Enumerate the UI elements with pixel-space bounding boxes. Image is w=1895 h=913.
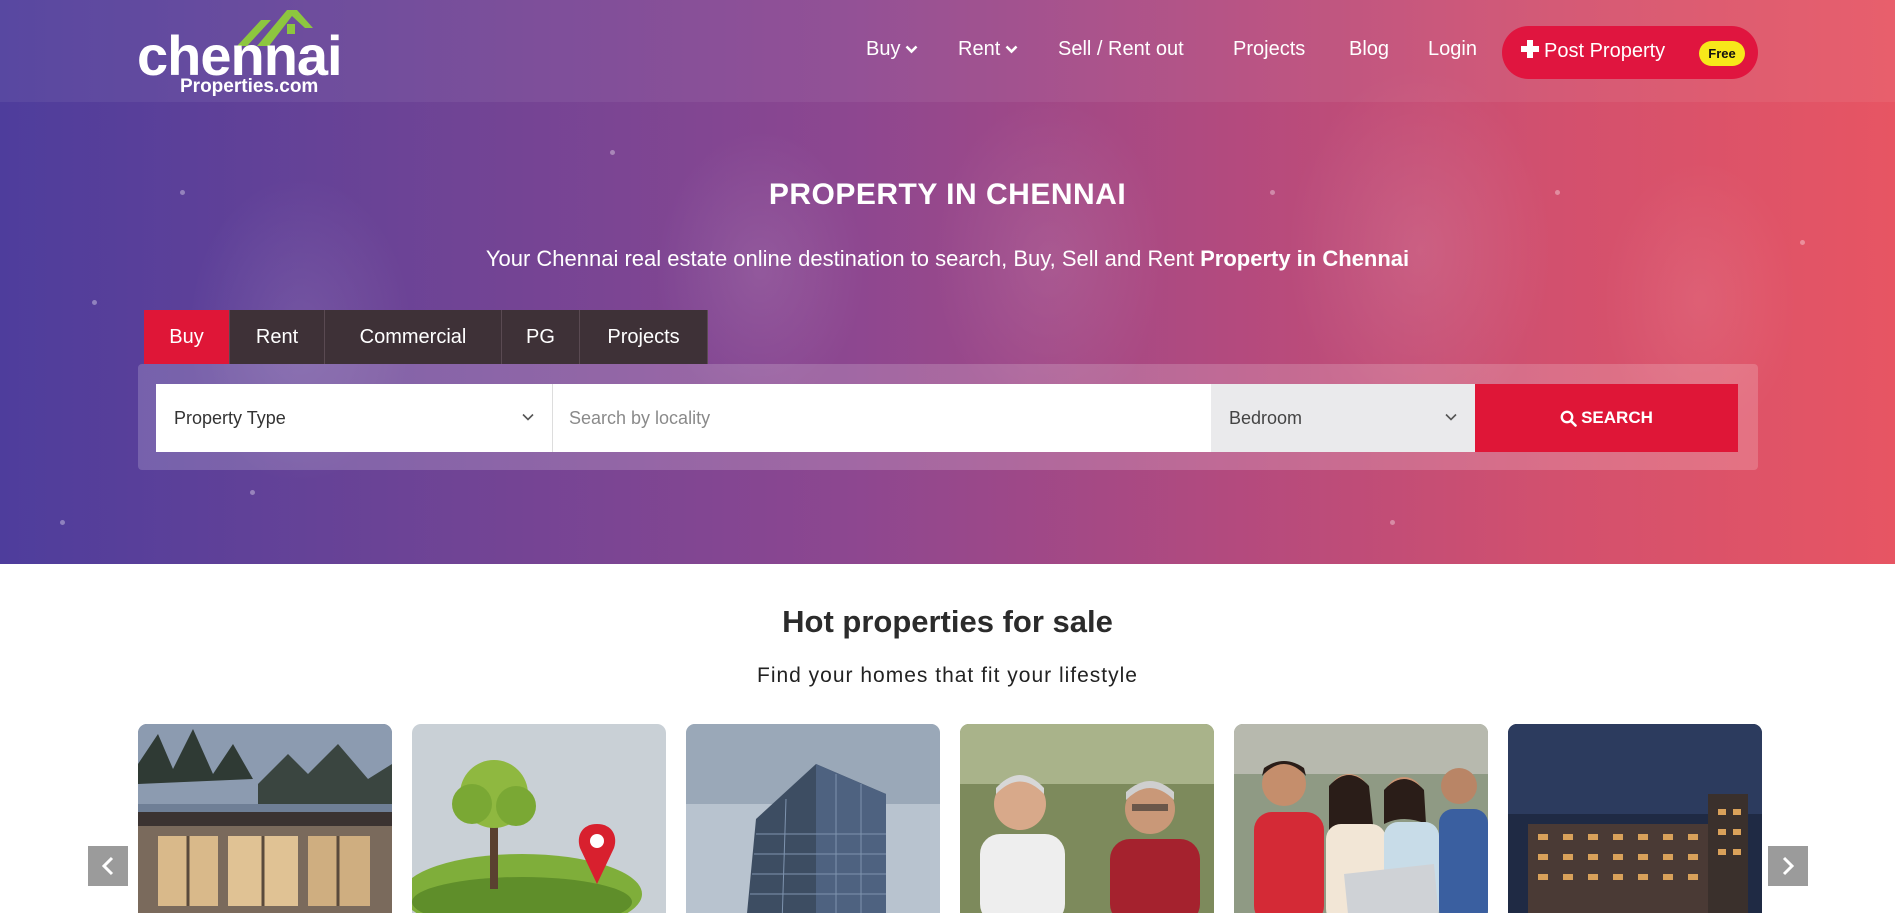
search-button[interactable]: SEARCH <box>1475 384 1738 452</box>
land-plot-photo <box>412 724 666 913</box>
locality-search-field[interactable] <box>553 384 1211 452</box>
carousel-prev-button[interactable] <box>88 846 128 886</box>
free-badge: Free <box>1699 41 1745 66</box>
search-panel: Property Type Bedroom SEARCH <box>138 364 1758 470</box>
office-building-photo <box>686 724 940 913</box>
property-card[interactable] <box>412 724 666 913</box>
property-card[interactable] <box>686 724 940 913</box>
post-property-label: Post Property <box>1544 40 1666 62</box>
hero-subtitle-text: Your Chennai real estate online destinat… <box>485 246 1201 271</box>
senior-couple-photo <box>960 724 1214 913</box>
tab-projects[interactable]: Projects <box>580 310 708 364</box>
hero-banner: chennai Properties.com Buy Rent Sell / R… <box>0 0 1895 564</box>
nav-blog[interactable]: Blog <box>1349 38 1389 61</box>
nav-projects[interactable]: Projects <box>1233 38 1305 61</box>
chevron-down-icon <box>1005 45 1018 54</box>
tab-rent[interactable]: Rent <box>230 310 325 364</box>
chevron-down-icon <box>1445 413 1457 421</box>
nav-rent-label: Rent <box>958 38 1001 60</box>
bedroom-select[interactable]: Bedroom <box>1211 384 1475 452</box>
tab-buy[interactable]: Buy <box>144 310 230 364</box>
bedroom-value: Bedroom <box>1229 408 1303 428</box>
property-card[interactable] <box>1508 724 1762 913</box>
nav-sell-rent-out[interactable]: Sell / Rent out <box>1058 38 1184 61</box>
property-card[interactable] <box>960 724 1214 913</box>
tab-pg[interactable]: PG <box>502 310 580 364</box>
post-property-button[interactable]: Post Property Free <box>1502 26 1758 79</box>
nav-rent[interactable]: Rent <box>958 38 1018 61</box>
property-card[interactable] <box>1234 724 1488 913</box>
hot-properties-carousel <box>138 724 1762 913</box>
hero-subtitle: Your Chennai real estate online destinat… <box>0 246 1895 272</box>
nav-buy-label: Buy <box>866 38 901 60</box>
carousel-next-button[interactable] <box>1768 846 1808 886</box>
chevron-right-icon <box>1782 856 1795 876</box>
house-photo <box>138 724 392 913</box>
chevron-down-icon <box>906 45 918 54</box>
search-button-label: SEARCH <box>1581 408 1653 427</box>
apartment-tower-photo <box>1508 724 1762 913</box>
property-card[interactable] <box>138 724 392 913</box>
hero-title: PROPERTY IN CHENNAI <box>768 178 1127 211</box>
locality-search-input[interactable] <box>569 385 1211 452</box>
tab-commercial[interactable]: Commercial <box>325 310 502 364</box>
nav-login[interactable]: Login <box>1428 38 1477 61</box>
chevron-left-icon <box>101 856 114 876</box>
search-icon <box>1560 410 1577 427</box>
chevron-down-icon <box>522 413 534 421</box>
hot-properties-subtitle: Find your homes that fit your lifestyle <box>757 664 1138 687</box>
hot-properties-title: Hot properties for sale <box>782 604 1113 639</box>
hero-subtitle-bold: Property in Chennai <box>1200 246 1410 271</box>
students-laptop-photo <box>1234 724 1488 913</box>
property-type-select[interactable]: Property Type <box>156 384 553 452</box>
nav-buy[interactable]: Buy <box>866 38 918 61</box>
plus-icon <box>1521 40 1539 58</box>
property-type-value: Property Type <box>174 408 286 428</box>
site-logo[interactable]: chennai Properties.com <box>137 6 347 100</box>
logo-subtitle: Properties.com <box>180 76 319 97</box>
